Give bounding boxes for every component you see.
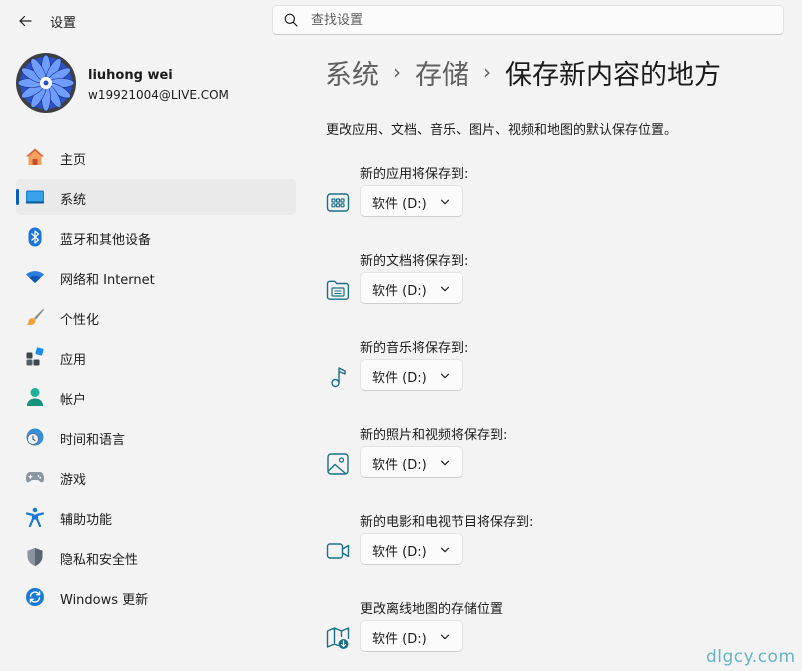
home-icon bbox=[26, 148, 44, 165]
sidebar-item-network[interactable]: 网络和 Internet bbox=[16, 259, 296, 295]
setting-label: 新的应用将保存到: bbox=[360, 167, 469, 182]
photo-icon bbox=[327, 453, 349, 475]
breadcrumb-separator: › bbox=[393, 60, 401, 84]
sidebar-item-label: 网络和 Internet bbox=[60, 273, 155, 288]
watermark: dlgcy.com bbox=[706, 647, 796, 667]
selection-indicator bbox=[16, 189, 19, 205]
breadcrumb-item-system[interactable]: 系统 bbox=[325, 53, 379, 92]
dropdown-value: 软件 (D:) bbox=[372, 545, 427, 560]
sidebar-item-time-language[interactable]: 时间和语言 bbox=[16, 419, 296, 455]
chevron-down-icon bbox=[440, 373, 450, 379]
setting-label: 新的电影和电视节目将保存到: bbox=[360, 515, 534, 530]
sidebar-item-gaming[interactable]: 游戏 bbox=[16, 459, 296, 495]
save-location-dropdown[interactable]: 软件 (D:) bbox=[360, 272, 463, 304]
search-box[interactable] bbox=[272, 5, 784, 35]
chevron-down-icon bbox=[440, 634, 450, 640]
documents-icon bbox=[326, 280, 350, 300]
sidebar-item-windows-update[interactable]: Windows 更新 bbox=[16, 579, 296, 615]
sidebar-item-label: 游戏 bbox=[60, 473, 87, 488]
sidebar-item-system[interactable]: 系统 bbox=[16, 179, 296, 215]
account-icon bbox=[27, 388, 43, 406]
bluetooth-icon bbox=[28, 227, 42, 247]
setting-offline-maps: 更改离线地图的存储位置 软件 (D:) bbox=[324, 598, 624, 668]
user-name: liuhong wei bbox=[88, 68, 173, 83]
setting-label: 更改离线地图的存储位置 bbox=[360, 602, 504, 617]
sidebar-item-label: 帐户 bbox=[60, 393, 87, 408]
setting-label: 新的照片和视频将保存到: bbox=[360, 428, 508, 443]
brush-icon bbox=[26, 308, 44, 325]
sidebar-item-apps[interactable]: 应用 bbox=[16, 339, 296, 375]
chevron-down-icon bbox=[440, 460, 450, 466]
avatar[interactable] bbox=[16, 53, 76, 113]
wifi-icon bbox=[26, 271, 44, 283]
setting-new-documents: 新的文档将保存到: 软件 (D:) bbox=[324, 250, 624, 320]
sidebar-item-home[interactable]: 主页 bbox=[16, 139, 296, 175]
user-profile[interactable]: liuhong wei w19921004@LIVE.COM bbox=[16, 53, 286, 115]
music-icon bbox=[331, 367, 346, 388]
save-location-dropdown[interactable]: 软件 (D:) bbox=[360, 446, 463, 478]
sidebar-item-label: 辅助功能 bbox=[60, 513, 113, 528]
setting-new-movies-tv: 新的电影和电视节目将保存到: 软件 (D:) bbox=[324, 511, 624, 581]
accessibility-icon bbox=[25, 507, 45, 527]
sidebar-item-label: 系统 bbox=[60, 193, 87, 208]
map-icon bbox=[326, 627, 350, 649]
dropdown-value: 软件 (D:) bbox=[372, 284, 427, 299]
sidebar-item-label: 应用 bbox=[60, 353, 87, 368]
setting-label: 新的音乐将保存到: bbox=[360, 341, 469, 356]
sidebar-item-bluetooth[interactable]: 蓝牙和其他设备 bbox=[16, 219, 296, 255]
dropdown-value: 软件 (D:) bbox=[372, 632, 427, 647]
sidebar-item-label: 主页 bbox=[60, 153, 87, 168]
back-button[interactable] bbox=[13, 9, 37, 33]
system-icon bbox=[26, 190, 44, 204]
shield-icon bbox=[27, 548, 43, 566]
page-description: 更改应用、文档、音乐、图片、视频和地图的默认保存位置。 bbox=[326, 123, 678, 138]
sidebar-item-label: 个性化 bbox=[60, 313, 100, 328]
chevron-down-icon bbox=[440, 286, 450, 292]
setting-label: 新的文档将保存到: bbox=[360, 254, 469, 269]
sidebar-nav: 主页 系统 蓝牙和其他设备 网络和 Internet 个性化 应用 帐户 时间和… bbox=[16, 139, 296, 619]
search-input[interactable] bbox=[311, 10, 771, 30]
setting-new-photos-videos: 新的照片和视频将保存到: 软件 (D:) bbox=[324, 424, 624, 494]
app-title: 设置 bbox=[50, 16, 77, 31]
sidebar-item-label: 时间和语言 bbox=[60, 433, 126, 448]
sidebar-item-label: Windows 更新 bbox=[60, 593, 149, 608]
save-location-dropdown[interactable]: 软件 (D:) bbox=[360, 533, 463, 565]
save-location-dropdown[interactable]: 软件 (D:) bbox=[360, 620, 463, 652]
sidebar-item-personalization[interactable]: 个性化 bbox=[16, 299, 296, 335]
time-language-icon bbox=[26, 428, 44, 446]
setting-new-music: 新的音乐将保存到: 软件 (D:) bbox=[324, 337, 624, 407]
dropdown-value: 软件 (D:) bbox=[372, 458, 427, 473]
apps-icon bbox=[26, 347, 44, 366]
sidebar-item-label: 隐私和安全性 bbox=[60, 553, 139, 568]
dropdown-value: 软件 (D:) bbox=[372, 371, 427, 386]
save-location-dropdown[interactable]: 软件 (D:) bbox=[360, 359, 463, 391]
back-arrow-icon bbox=[19, 15, 32, 27]
dropdown-value: 软件 (D:) bbox=[372, 197, 427, 212]
app-icon bbox=[326, 193, 350, 212]
search-icon bbox=[284, 13, 298, 27]
save-location-dropdown[interactable]: 软件 (D:) bbox=[360, 185, 463, 217]
sidebar-item-accessibility[interactable]: 辅助功能 bbox=[16, 499, 296, 535]
breadcrumb-separator: › bbox=[483, 60, 491, 84]
video-icon bbox=[326, 543, 350, 559]
gamepad-icon bbox=[25, 472, 45, 483]
setting-new-apps: 新的应用将保存到: 软件 (D:) bbox=[324, 163, 624, 233]
sidebar-item-label: 蓝牙和其他设备 bbox=[60, 233, 152, 248]
page-title: 保存新内容的地方 bbox=[505, 59, 721, 91]
title-bar: 设置 bbox=[0, 0, 802, 44]
sidebar-item-privacy[interactable]: 隐私和安全性 bbox=[16, 539, 296, 575]
breadcrumb-item-storage[interactable]: 存储 bbox=[415, 53, 469, 92]
sidebar-item-accounts[interactable]: 帐户 bbox=[16, 379, 296, 415]
chevron-down-icon bbox=[440, 547, 450, 553]
update-icon bbox=[26, 588, 44, 606]
chevron-down-icon bbox=[440, 199, 450, 205]
breadcrumb: 系统 › 存储 › 保存新内容的地方 bbox=[325, 52, 721, 92]
user-email: w19921004@LIVE.COM bbox=[88, 88, 229, 102]
